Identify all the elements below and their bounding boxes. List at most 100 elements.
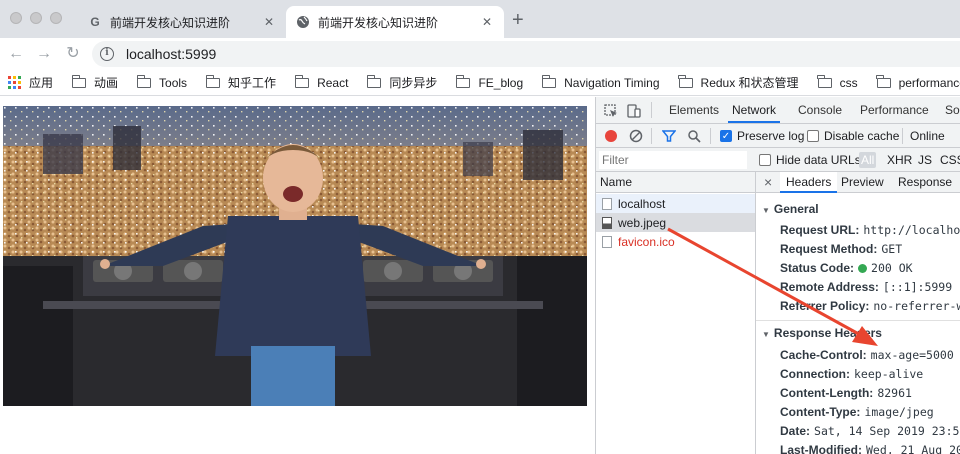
address-bar[interactable]: i localhost:5999 [92,41,960,67]
tab-console[interactable]: Console [798,97,842,123]
tab-title: 前端开发核心知识进阶 [318,15,439,30]
tab-response[interactable]: Response [898,172,952,193]
bookmark-folder[interactable]: React [294,74,349,90]
type-filter-all[interactable]: All [859,152,877,168]
header-row: Content-Length: 82961 [780,386,912,400]
search-icon[interactable] [687,129,701,143]
collapse-triangle-icon: ▼ [762,330,770,339]
section-title: Response Headers [773,326,882,340]
browser-toolbar: ← → ↻ i localhost:5999 [0,38,960,70]
bookmark-folder[interactable]: Tools [136,74,188,90]
header-key: Cache-Control: [780,348,867,362]
disable-cache-checkbox[interactable] [807,130,819,142]
forward-arrow-icon[interactable]: → [34,44,54,64]
type-filter-js[interactable]: JS [918,153,932,167]
bookmark-folder[interactable]: Redux 和状态管理 [678,74,799,91]
header-row: Date: Sat, 14 Sep 2019 23:53: [780,424,960,438]
record-icon[interactable] [604,129,618,143]
tab-headers[interactable]: Headers [780,172,838,193]
minimize-window-button[interactable] [30,12,42,24]
apps-grid-icon [8,76,21,89]
header-value: 200 OK [871,261,913,275]
network-filter-bar: Hide data URLs All XHR JS CSS [596,148,960,172]
separator [651,128,652,144]
tab-title: 前端开发核心知识进阶 [110,15,231,30]
request-name: localhost [618,196,666,211]
bookmark-folder[interactable]: 知乎工作 [205,74,276,91]
bookmark-apps[interactable]: 应用 [8,74,53,91]
bookmark-label: Tools [159,75,188,90]
response-headers-section-header[interactable]: ▼ Response Headers [762,326,882,340]
throttling-select[interactable]: Online [910,129,945,143]
header-value: [::1]:5999 [882,280,953,294]
bookmark-label: Redux 和状态管理 [700,76,799,90]
network-toolbar: ✓ Preserve log Disable cache Online [596,124,960,148]
header-row: Cache-Control: max-age=5000 [780,348,954,362]
bookmark-folder[interactable]: FE_blog [455,74,523,90]
close-tab-icon[interactable]: ✕ [480,15,494,29]
preserve-log-label: Preserve log [737,129,805,143]
bookmark-folder[interactable]: 同步异步 [366,74,437,91]
folder-icon [136,74,152,88]
request-row-web-jpeg[interactable]: web.jpeg [596,213,755,232]
clear-icon[interactable] [629,129,643,143]
new-tab-button[interactable]: + [512,9,524,31]
type-filter-xhr[interactable]: XHR [887,153,912,167]
document-icon [602,197,612,210]
device-toolbar-icon[interactable] [627,104,641,118]
header-key: Request Method: [780,242,878,256]
concert-dj-photo [3,106,587,406]
name-column-header[interactable]: Name [596,172,755,193]
hide-data-urls-checkbox[interactable] [759,154,771,166]
tab-preview[interactable]: Preview [841,172,884,193]
browser-tab-2-active[interactable]: 前端开发核心知识进阶 ✕ [286,6,504,38]
inspect-element-icon[interactable] [604,104,618,118]
reload-icon[interactable]: ↻ [63,44,83,64]
image-file-icon [602,216,612,229]
request-name: favicon.ico [618,234,675,249]
close-window-button[interactable] [10,12,22,24]
globe-icon [296,15,310,29]
header-value: max-age=5000 [870,348,954,362]
tab-network[interactable]: Network [728,97,781,123]
bookmark-label: React [317,75,349,90]
header-value: no-referrer-whe [873,299,960,313]
bookmark-label: css [839,75,858,90]
bookmark-folder[interactable]: performance [876,74,960,90]
bookmark-label: 动画 [94,76,119,90]
header-key: Content-Length: [780,386,874,400]
bookmarks-bar: 应用 动画 Tools 知乎工作 React 同步异步 FE_blog Navi… [0,70,960,96]
bookmark-folder[interactable]: 动画 [71,74,119,91]
separator [710,128,711,144]
preserve-log-checkbox[interactable]: ✓ [720,130,732,142]
tab-sources[interactable]: Sou [945,97,960,123]
close-tab-icon[interactable]: ✕ [262,15,276,29]
folder-icon [541,74,557,88]
header-key: Referrer Policy: [780,299,870,313]
close-detail-icon[interactable]: × [764,174,772,190]
hide-data-urls-label: Hide data URLs [776,153,861,167]
url-text[interactable]: localhost:5999 [126,46,216,62]
info-icon[interactable]: i [100,47,114,61]
bookmark-folder[interactable]: css [817,74,858,90]
type-filter-css[interactable]: CSS [940,153,960,167]
request-row-localhost[interactable]: localhost [596,194,755,213]
back-arrow-icon[interactable]: ← [6,44,26,64]
folder-icon [817,74,832,88]
tab-performance[interactable]: Performance [860,97,929,123]
folder-icon [876,74,891,88]
section-title: General [773,202,819,216]
header-row: Request URL:http://localhost [780,223,960,237]
filter-input[interactable] [599,151,747,169]
request-name: web.jpeg [618,215,667,230]
filter-funnel-icon[interactable] [662,129,676,143]
general-section-header[interactable]: ▼ General [762,202,819,216]
bookmark-folder[interactable]: Navigation Timing [541,74,660,90]
request-row-favicon[interactable]: favicon.ico [596,232,755,251]
collapse-triangle-icon: ▼ [762,206,770,215]
maximize-window-button[interactable] [50,12,62,24]
disable-cache-label: Disable cache [824,129,900,143]
header-row: Status Code: 200 OK [780,261,913,275]
tab-elements[interactable]: Elements [669,97,719,123]
browser-tab-1[interactable]: G 前端开发核心知识进阶 ✕ [78,6,286,38]
